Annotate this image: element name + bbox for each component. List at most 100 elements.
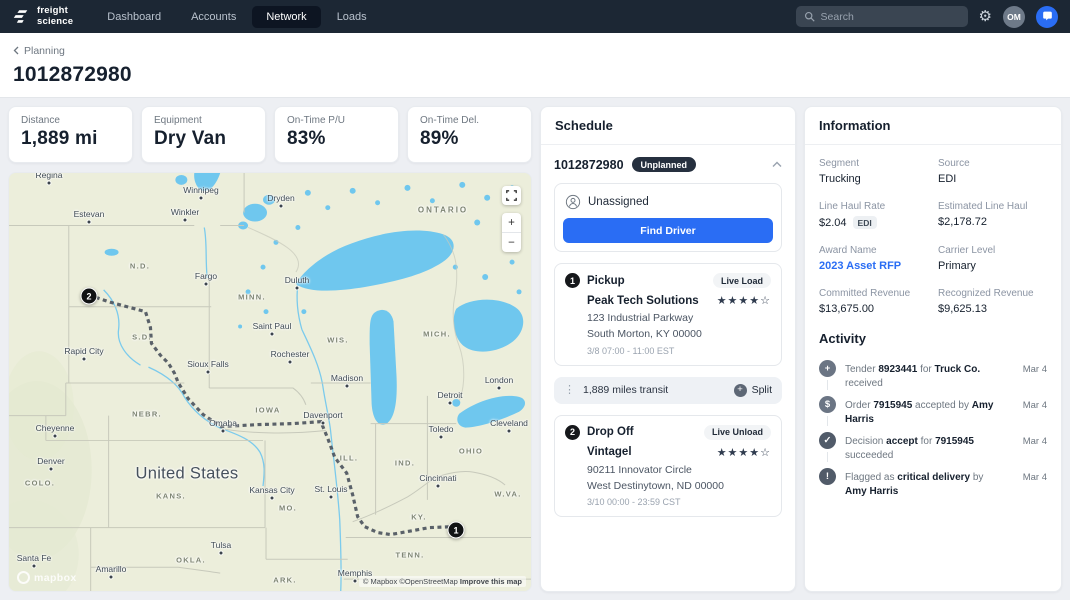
stops-list: 1PickupLive Load Peak Tech Solutions ★★★★☆… xyxy=(554,263,782,517)
breadcrumb[interactable]: Planning xyxy=(13,45,65,57)
field-value-text: Trucking xyxy=(819,173,861,185)
info-field-source: SourceEDI xyxy=(938,158,1047,185)
activity-item: + Tender 8923441 for Truck Co. receivedMa… xyxy=(819,354,1047,390)
info-field-recognized-revenue: Recognized Revenue $9,625.13 xyxy=(938,288,1047,315)
plus-circle-icon: + xyxy=(734,384,747,397)
field-value-text: $2.04 xyxy=(819,217,847,229)
chat-button[interactable] xyxy=(1036,6,1058,28)
search-box[interactable] xyxy=(796,6,968,27)
rating-stars[interactable]: ★★★★☆ xyxy=(717,446,771,459)
transit-row[interactable]: ⋮ 1,889 miles transit +Split xyxy=(554,377,782,404)
field-value: EDI xyxy=(938,173,1047,185)
info-field-estimated-line-haul: Estimated Line Haul$2,178.72 xyxy=(938,201,1047,229)
activity-date: Mar 4 xyxy=(1015,462,1047,498)
stop-body: Peak Tech Solutions ★★★★☆ 123 Industrial P… xyxy=(565,294,771,356)
top-navbar: freight science DashboardAccountsNetwork… xyxy=(0,0,1070,33)
map-zoom-out-button[interactable]: − xyxy=(502,233,521,252)
stop-head: 2Drop OffLive Unload xyxy=(565,425,771,440)
stat-value: Dry Van xyxy=(154,128,253,150)
stop-type-label: Drop Off xyxy=(587,426,634,438)
activity-connector xyxy=(827,380,828,390)
map-zoom-in-button[interactable]: + xyxy=(502,213,521,232)
information-panel: Information SegmentTruckingSourceEDILine… xyxy=(804,106,1062,592)
search-icon xyxy=(804,11,815,22)
stat-card-equipment: EquipmentDry Van xyxy=(141,106,266,163)
nav-items: DashboardAccountsNetworkLoads xyxy=(93,6,380,28)
settings-gear-icon[interactable]: ⚙ xyxy=(979,9,992,24)
drag-handle-icon[interactable]: ⋮ xyxy=(564,385,575,396)
field-value-text: Primary xyxy=(938,260,976,272)
rating-stars[interactable]: ★★★★☆ xyxy=(717,294,771,307)
load-row[interactable]: 1012872980 Unplanned xyxy=(554,157,782,172)
find-driver-button[interactable]: Find Driver xyxy=(563,218,773,243)
exclamation-circle-icon: ! xyxy=(819,468,836,485)
activity-date: Mar 4 xyxy=(1015,390,1047,426)
activity-date: Mar 4 xyxy=(1015,354,1047,390)
field-label: Carrier Level xyxy=(938,245,1047,256)
activity-text: Tender 8923441 for Truck Co. received xyxy=(845,354,1006,390)
map-marker-1[interactable]: 1 xyxy=(448,522,465,539)
app: freight science DashboardAccountsNetwork… xyxy=(0,0,1070,600)
stop-mode-badge: Live Load xyxy=(713,273,771,288)
plus-circle-icon: + xyxy=(819,360,836,377)
map-fullscreen-button[interactable] xyxy=(502,186,521,205)
field-value-text: $9,625.13 xyxy=(938,303,987,315)
nav-right: ⚙ OM xyxy=(796,6,1058,28)
field-value: $13,675.00 xyxy=(819,303,928,315)
nav-item-loads[interactable]: Loads xyxy=(323,6,381,28)
activity-text: Flagged as critical delivery by Amy Harr… xyxy=(845,462,1006,498)
activity-icon-col: $ xyxy=(819,390,836,426)
stat-value: 1,889 mi xyxy=(21,128,120,150)
info-field-line-haul-rate: Line Haul Rate$2.04EDI xyxy=(819,201,928,229)
award-name-link[interactable]: 2023 Asset RFP xyxy=(819,260,901,272)
field-value: Primary xyxy=(938,260,1047,272)
avatar[interactable]: OM xyxy=(1003,6,1025,28)
stop-facility-name: Peak Tech Solutions xyxy=(587,295,699,307)
stop-card-pickup[interactable]: 1PickupLive Load Peak Tech Solutions ★★★★☆… xyxy=(554,263,782,366)
stat-value: 83% xyxy=(287,128,386,150)
activity-text: Decision accept for 7915945 succeeded xyxy=(845,426,1006,462)
stop-time-window: 3/8 07:00 - 11:00 EST xyxy=(587,346,771,356)
chat-bubble-icon xyxy=(1041,10,1054,23)
split-button[interactable]: +Split xyxy=(734,384,772,397)
stop-mode-badge: Live Unload xyxy=(704,425,771,440)
search-input[interactable] xyxy=(821,11,960,23)
stop-card-drop-off[interactable]: 2Drop OffLive UnloadVintagel★★★★☆90211 I… xyxy=(554,415,782,518)
map-controls: + − xyxy=(502,186,521,252)
stop-body: Vintagel★★★★☆90211 Innovator CircleWest … xyxy=(565,446,771,508)
nav-item-dashboard[interactable]: Dashboard xyxy=(93,6,175,28)
nav-item-network[interactable]: Network xyxy=(252,6,320,28)
info-field-award-name: Award Name2023 Asset RFP xyxy=(819,245,928,272)
field-value-text: $13,675.00 xyxy=(819,303,874,315)
stat-card-on-time-del-: On-Time Del.89% xyxy=(407,106,532,163)
activity-connector xyxy=(827,452,828,462)
stop-address: 123 Industrial ParkwaySouth Morton, KY 0… xyxy=(587,310,771,343)
dollar-circle-icon: $ xyxy=(819,396,836,413)
stat-label: On-Time Del. xyxy=(420,115,519,126)
activity-item: ✓Decision accept for 7915945 succeededMa… xyxy=(819,426,1047,462)
stop-head: 1PickupLive Load xyxy=(565,273,771,288)
stop-time-window: 3/10 00:00 - 23:59 CST xyxy=(587,497,771,507)
map-attribution[interactable]: © Mapbox ©OpenStreetMap Improve this map xyxy=(359,576,526,587)
collapse-chevron-icon[interactable] xyxy=(772,161,782,168)
stat-label: Distance xyxy=(21,115,120,126)
main-content: Distance 1,889 mi EquipmentDry Van On-Time … xyxy=(0,98,1070,600)
transit-distance-label: 1,889 miles transit xyxy=(583,384,668,396)
stop-number-badge: 1 xyxy=(565,273,580,288)
stop-name-row: Peak Tech Solutions ★★★★☆ xyxy=(587,294,771,307)
map-marker-2[interactable]: 2 xyxy=(81,288,98,305)
left-column: Distance 1,889 mi EquipmentDry Van On-Time … xyxy=(8,106,532,592)
expand-icon xyxy=(506,190,517,201)
activity-feed: +Tender 8923441 for Truck Co. receivedMa… xyxy=(805,348,1061,504)
mapbox-logo-icon xyxy=(17,571,30,584)
nav-item-accounts[interactable]: Accounts xyxy=(177,6,250,28)
activity-icon-col: ✓ xyxy=(819,426,836,462)
information-title: Information xyxy=(805,107,1061,145)
stat-label: On-Time P/U xyxy=(287,115,386,126)
app-logo[interactable]: freight science xyxy=(12,6,73,27)
field-value: 2023 Asset RFP xyxy=(819,260,928,272)
field-label: Recognized Revenue xyxy=(938,288,1047,299)
mapbox-logo[interactable]: mapbox xyxy=(17,571,77,584)
driver-unassigned-label: Unassigned xyxy=(588,196,649,208)
map[interactable]: ReginaWinnipegWinklerEstevanDrydenONTARI… xyxy=(8,172,532,592)
